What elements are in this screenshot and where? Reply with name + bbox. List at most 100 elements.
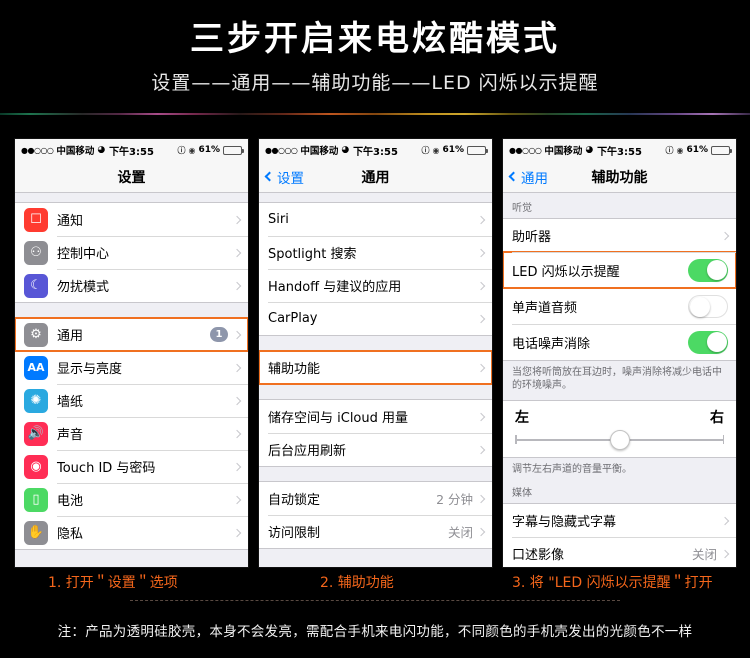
row-label: LED 闪烁以示提醒 [512,264,620,280]
accessibility-row-subtitles[interactable]: 字幕与隐藏式字幕 [503,504,736,537]
general-row-storage-icloud[interactable]: 储存空间与 iCloud 用量 [259,400,492,433]
row-label: Spotlight 搜索 [268,247,357,262]
mono-audio-toggle[interactable] [688,294,728,318]
battery-icon [223,145,244,155]
general-group-2: 辅助功能 [259,350,492,385]
phone-screenshots-row: ●●○○○ 中国移动 ◕ 下午3:55 ⓘ ◉ 61% 设置 ☐ 通知 ⚇ 控制… [0,138,750,570]
noise-cancellation-toggle[interactable] [688,330,728,354]
battery-percent-label: 61% [686,145,708,155]
row-label: Siri [268,212,289,227]
row-value: 关闭 [447,525,473,540]
row-value: 2 分钟 [436,492,473,507]
step-captions: 1. 打开＂设置＂选项 2. 辅助功能 3. 将 "LED 闪烁以示提醒＂打开 [0,572,750,596]
general-row-auto-lock[interactable]: 自动锁定 2 分钟 [259,482,492,515]
accessibility-row-noise-cancel[interactable]: 电话噪声消除 [503,324,736,360]
control-center-icon: ⚇ [24,240,48,265]
audio-balance-control[interactable]: 左 右 [503,401,736,457]
settings-row-control-center[interactable]: ⚇ 控制中心 [15,236,248,269]
settings-group-2: ⚙ 通用 1 AA 显示与亮度 ✺ 墙纸 🔊 声音 ◉ Touch ID 与密码… [15,317,248,550]
chevron-right-icon [232,330,242,339]
settings-row-privacy[interactable]: ✋ 隐私 [15,516,248,549]
rainbow-divider [0,113,750,115]
dashed-divider [130,600,620,601]
display-brightness-icon: AA [24,355,48,380]
led-flash-toggle[interactable] [688,258,728,282]
chevron-right-icon [476,215,486,224]
row-label: CarPlay [268,311,318,326]
slider-thumb[interactable] [609,430,630,450]
list-spacer [259,336,492,350]
phone-screenshot-accessibility: ●●○○○ 中国移动 ◕ 下午3:55 ⓘ ◉ 61% 通用 辅助功能 听觉 助… [502,138,737,568]
accessibility-row-audio-descriptions[interactable]: 口述影像 关闭 [503,537,736,567]
status-bar: ●●○○○ 中国移动 ◕ 下午3:55 ⓘ ◉ 61% [259,139,492,161]
phone-screenshot-general: ●●○○○ 中国移动 ◕ 下午3:55 ⓘ ◉ 61% 设置 通用 Siri S… [258,138,493,568]
general-row-restrictions[interactable]: 访问限制 关闭 [259,515,492,548]
row-label: 电池 [57,494,84,509]
chevron-right-icon [232,495,242,504]
alarm-icon: ⓘ [421,145,430,155]
row-label: 控制中心 [57,247,110,262]
general-row-accessibility[interactable]: 辅助功能 [259,350,492,385]
back-button-label: 通用 [521,170,548,187]
slider-tick-left [515,435,517,444]
row-value: 关闭 [691,547,717,562]
row-label: 字幕与隐藏式字幕 [512,515,617,530]
general-row-carplay[interactable]: CarPlay [259,302,492,335]
general-group-4: 自动锁定 2 分钟 访问限制 关闭 [259,481,492,549]
list-spacer [15,303,248,317]
general-row-siri[interactable]: Siri [259,203,492,236]
rotation-lock-icon: ◉ [676,145,684,155]
row-label: 勿扰模式 [57,280,110,295]
accessibility-list[interactable]: 听觉 助听器 LED 闪烁以示提醒 单声道音频 电话噪声消除 当您将听筒放在耳边… [503,193,736,567]
chevron-right-icon [232,528,242,537]
status-bar-right: ⓘ ◉ 61% [177,145,244,156]
general-row-spotlight[interactable]: Spotlight 搜索 [259,236,492,269]
chevron-right-icon [232,248,242,257]
general-row-background-refresh[interactable]: 后台应用刷新 [259,433,492,466]
accessibility-row-hearing-aids[interactable]: 助听器 [503,219,736,252]
section-header-hearing: 听觉 [503,193,736,218]
accessibility-row-led-flash[interactable]: LED 闪烁以示提醒 [503,251,736,289]
settings-row-notifications[interactable]: ☐ 通知 [15,203,248,236]
battery-icon: ▯ [24,487,48,512]
general-row-handoff[interactable]: Handoff 与建议的应用 [259,269,492,302]
touchid-icon: ◉ [24,454,48,479]
balance-slider[interactable] [515,430,724,450]
row-label: Handoff 与建议的应用 [268,280,402,295]
row-label: 自动锁定 [268,493,321,508]
alarm-icon: ⓘ [665,145,674,155]
accessibility-row-mono-audio[interactable]: 单声道音频 [503,288,736,324]
back-button[interactable]: 通用 [508,167,548,187]
row-label: 口述影像 [512,548,565,563]
general-list[interactable]: Siri Spotlight 搜索 Handoff 与建议的应用 CarPlay [259,193,492,567]
chevron-right-icon [232,281,242,290]
chevron-right-icon [720,549,730,558]
slider-tick-right [722,435,724,444]
chevron-left-icon [508,171,519,182]
settings-row-sounds[interactable]: 🔊 声音 [15,417,248,450]
battery-percent-label: 61% [198,145,220,155]
notifications-icon: ☐ [24,207,48,232]
status-bar: ●●○○○ 中国移动 ◕ 下午3:55 ⓘ ◉ 61% [503,139,736,161]
settings-row-display-brightness[interactable]: AA 显示与亮度 [15,351,248,384]
settings-row-general[interactable]: ⚙ 通用 1 [15,317,248,352]
list-spacer [15,193,248,202]
chevron-right-icon [232,215,242,224]
settings-row-wallpaper[interactable]: ✺ 墙纸 [15,384,248,417]
chevron-left-icon [264,171,275,182]
status-bar-right: ⓘ ◉ 61% [421,145,488,156]
general-gear-icon: ⚙ [24,322,48,347]
nav-bar: 设置 [15,161,248,193]
nav-bar: 设置 通用 [259,161,492,193]
row-label: 电话噪声消除 [512,336,591,352]
settings-list[interactable]: ☐ 通知 ⚇ 控制中心 ☾ 勿扰模式 ⚙ 通用 1 AA 显示与亮度 ✺ 墙纸 … [15,193,248,567]
settings-row-touchid[interactable]: ◉ Touch ID 与密码 [15,450,248,483]
chevron-right-icon [476,363,486,372]
settings-row-do-not-disturb[interactable]: ☾ 勿扰模式 [15,269,248,302]
chevron-right-icon [476,314,486,323]
balance-left-label: 左 [515,410,529,426]
page-header: 三步开启来电炫酷模式 设置——通用——辅助功能——LED 闪烁以示提醒 [0,0,750,114]
back-button[interactable]: 设置 [264,167,304,187]
settings-row-battery[interactable]: ▯ 电池 [15,483,248,516]
chevron-right-icon [476,412,486,421]
